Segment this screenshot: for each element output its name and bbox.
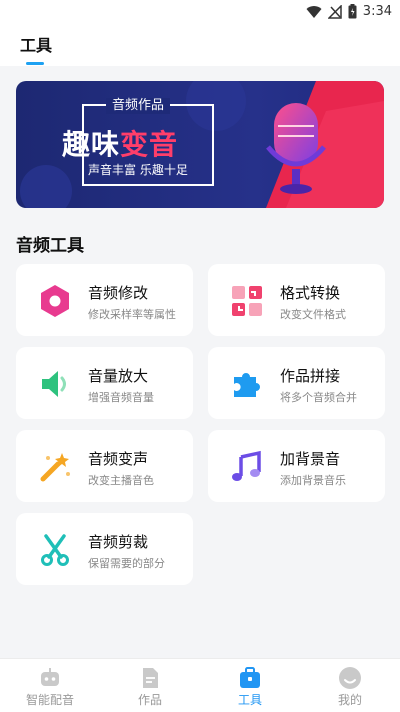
status-bar: 3:34 [0,0,400,24]
nav-item-smart-dubbing[interactable]: 智能配音 [0,659,100,712]
section-title: 音频工具 [16,236,84,256]
tool-title: 音频修改 [88,284,149,302]
top-tab-bar: 工具 [0,24,400,66]
convert-icon [232,286,262,316]
scissors-icon [41,534,69,566]
tool-card-volume-boost[interactable]: 音量放大 增强音频音量 [16,347,193,419]
tool-desc: 将多个音频合并 [280,391,357,404]
banner-title-main: 趣味 [62,128,121,161]
tab-indicator [26,62,44,65]
tool-desc: 增强音频音量 [88,391,154,404]
battery-icon [348,4,357,19]
tool-desc: 保留需要的部分 [88,557,165,570]
speaker-icon [42,371,66,397]
banner-subtitle: 声音丰富 乐趣十足 [88,163,188,177]
magic-wand-icon [40,453,70,482]
tool-title: 音频剪裁 [88,533,149,551]
nav-item-works[interactable]: 作品 [100,659,200,712]
tool-title: 加背景音 [280,450,341,468]
nav-item-profile[interactable]: 我的 [300,659,400,712]
nav-label: 智能配音 [25,693,74,707]
tool-title: 作品拼接 [280,367,341,385]
wifi-icon [306,5,322,18]
profile-icon [339,667,361,689]
nav-label: 工具 [237,693,262,707]
puzzle-icon [234,373,260,397]
nav-item-tools[interactable]: 工具 [200,659,300,712]
hexagon-icon [41,285,69,317]
microphone-icon [274,103,318,165]
tool-card-voice-change[interactable]: 音频变声 改变主播音色 [16,430,193,502]
bottom-nav: 智能配音 作品 工具 我的 [0,658,400,712]
tool-card-audio-merge[interactable]: 作品拼接 将多个音频合并 [208,347,385,419]
nav-label: 作品 [137,693,162,707]
tool-card-format-convert[interactable]: 格式转换 改变文件格式 [208,264,385,336]
tool-card-audio-trim[interactable]: 音频剪裁 保留需要的部分 [16,513,193,585]
toolbox-icon [240,667,260,688]
tool-title: 音量放大 [88,367,149,385]
tool-desc: 修改采样率等属性 [88,308,176,321]
document-icon [143,668,158,688]
robot-icon [41,668,59,686]
tool-desc: 改变主播音色 [88,474,154,487]
status-icons: 3:34 [306,4,392,19]
music-note-icon [232,450,261,481]
tool-desc: 添加背景音乐 [280,474,346,487]
banner-title: 趣味变音 [62,123,178,163]
tool-desc: 改变文件格式 [280,308,346,321]
tab-tools[interactable]: 工具 [20,32,52,56]
nav-label: 我的 [337,693,362,707]
promo-banner[interactable]: 音频作品 趣味变音 声音丰富 乐趣十足 [16,81,384,208]
no-signal-icon [327,4,342,19]
tool-title: 音频变声 [88,450,149,468]
tool-card-audio-edit[interactable]: 音频修改 修改采样率等属性 [16,264,193,336]
tool-card-background-music[interactable]: 加背景音 添加背景音乐 [208,430,385,502]
tool-title: 格式转换 [280,284,341,302]
status-time: 3:34 [362,4,392,19]
banner-title-highlight: 变音 [120,128,179,161]
banner-tag: 音频作品 [106,98,171,114]
